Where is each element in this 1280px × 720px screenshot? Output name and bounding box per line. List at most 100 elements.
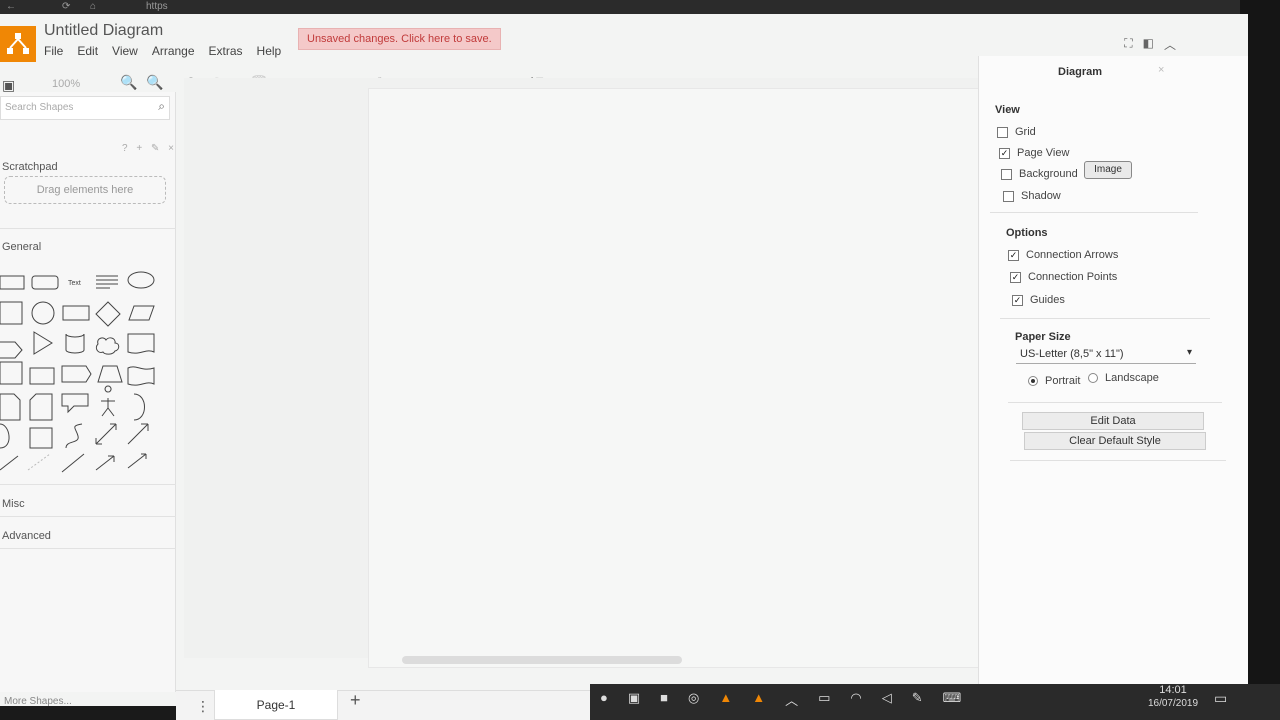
shape-text: Text <box>68 280 81 287</box>
shape-parallelogram <box>128 305 155 321</box>
shadow-checkbox[interactable] <box>1003 190 1014 202</box>
battery-icon[interactable]: ▭ <box>818 690 830 709</box>
scratchpad-dropzone[interactable]: Drag elements here <box>4 176 166 204</box>
window-icon[interactable]: ■ <box>660 690 668 709</box>
menu-edit[interactable]: Edit <box>77 44 98 58</box>
chevron-down-icon: ▾ <box>1186 347 1192 358</box>
guides-option[interactable]: ✓ Guides <box>1012 294 1065 306</box>
menu-file[interactable]: File <box>44 44 63 58</box>
zoom-out-icon[interactable]: 🔍 <box>146 74 163 91</box>
app-icon[interactable]: ▣ <box>628 690 640 709</box>
shape-hexagon <box>0 341 23 359</box>
home-icon[interactable]: ⌂ <box>90 1 96 12</box>
keyboard-icon[interactable]: ⌨ <box>943 690 962 709</box>
panel-title: Diagram <box>1058 66 1103 78</box>
page-view-label: Page View <box>1017 147 1070 159</box>
misc-section-title[interactable]: Misc <box>2 498 25 510</box>
shape-diamond <box>95 301 121 327</box>
shape-dashed-line <box>27 453 51 471</box>
shape-arrow <box>127 423 149 445</box>
more-shapes-button[interactable]: More Shapes... <box>4 696 72 707</box>
shape-callout <box>61 393 89 414</box>
panel-separator <box>1008 402 1222 403</box>
taskbar-clock[interactable]: 14:01 16/07/2019 <box>1138 684 1208 709</box>
drawio-logo-icon <box>7 33 29 54</box>
browser-tab-text[interactable]: https <box>146 1 168 12</box>
general-shapes-grid: Text <box>0 271 155 473</box>
collapse-icon[interactable]: ︿ <box>1164 36 1176 53</box>
connection-arrows-option[interactable]: ✓ Connection Arrows <box>1008 249 1118 261</box>
volume-icon[interactable]: ◁ <box>882 690 892 709</box>
shadow-option[interactable]: Shadow <box>1003 190 1061 202</box>
landscape-radio[interactable] <box>1088 373 1098 383</box>
search-placeholder: Search Shapes <box>5 102 74 113</box>
connection-arrows-label: Connection Arrows <box>1026 249 1119 261</box>
pages-menu-icon[interactable]: ⋮ <box>196 698 210 715</box>
drawio-taskbar-icon-2[interactable]: ▲ <box>752 690 765 709</box>
connection-arrows-checkbox[interactable]: ✓ <box>1008 249 1019 261</box>
guides-checkbox[interactable]: ✓ <box>1012 294 1023 306</box>
landscape-option[interactable]: Landscape <box>1088 372 1159 384</box>
diagram-title[interactable]: Untitled Diagram <box>44 22 163 40</box>
portrait-option[interactable]: Portrait <box>1028 375 1080 387</box>
shape-card <box>29 393 53 421</box>
add-page-button[interactable]: + <box>350 690 361 711</box>
background-checkbox[interactable] <box>1001 168 1012 180</box>
clear-default-style-button[interactable]: Clear Default Style <box>1024 432 1206 450</box>
shadow-label: Shadow <box>1021 190 1061 202</box>
page-view-checkbox[interactable]: ✓ <box>999 147 1010 159</box>
drawio-taskbar-icon[interactable]: ▲ <box>719 690 732 709</box>
grid-option[interactable]: Grid <box>997 126 1036 138</box>
shape-ellipse <box>127 271 155 289</box>
connection-points-checkbox[interactable]: ✓ <box>1010 271 1021 283</box>
options-heading: Options <box>1006 227 1048 239</box>
edit-data-button[interactable]: Edit Data <box>1022 412 1204 430</box>
shape-data-storage <box>0 423 10 449</box>
wifi-icon[interactable]: ◠ <box>850 690 861 709</box>
background-image-button[interactable]: Image <box>1084 161 1132 179</box>
pen-icon[interactable]: ✎ <box>912 690 923 709</box>
scratchpad-title[interactable]: Scratchpad <box>2 161 58 173</box>
background-option[interactable]: Background <box>1001 168 1078 180</box>
window-controls: ⛶ ◧ ︿ <box>1124 36 1176 53</box>
format-panel-icon[interactable]: ◧ <box>1143 36 1154 53</box>
shape-actor <box>101 385 115 417</box>
advanced-section-title[interactable]: Advanced <box>2 530 51 542</box>
menu-arrange[interactable]: Arrange <box>152 44 195 58</box>
search-icon[interactable]: ⌕ <box>158 99 165 114</box>
scratchpad-icons[interactable]: ? + ✎ × <box>122 143 177 154</box>
shape-cloud <box>95 337 120 355</box>
unsaved-changes-notice[interactable]: Unsaved changes. Click here to save. <box>298 28 501 50</box>
back-icon[interactable]: ← <box>6 1 16 12</box>
connection-points-option[interactable]: ✓ Connection Points <box>1010 271 1117 283</box>
shape-cylinder <box>65 333 85 354</box>
menu-help[interactable]: Help <box>257 44 282 58</box>
menu-view[interactable]: View <box>112 44 138 58</box>
paper-size-heading: Paper Size <box>1015 331 1071 343</box>
clock-date: 16/07/2019 <box>1147 698 1199 709</box>
horizontal-scrollbar[interactable] <box>402 656 682 664</box>
tray-chevron-icon[interactable]: ︿ <box>785 690 798 709</box>
page-view-option[interactable]: ✓ Page View <box>999 147 1069 159</box>
guides-label: Guides <box>1030 294 1065 306</box>
search-shapes-input[interactable]: Search Shapes ⌕ <box>0 96 170 120</box>
browser-icon[interactable]: ◎ <box>688 690 699 709</box>
shape-manual-input <box>29 427 53 449</box>
portrait-radio[interactable] <box>1028 376 1038 386</box>
notifications-icon[interactable]: ▭ <box>1214 690 1227 707</box>
menu-extras[interactable]: Extras <box>209 44 243 58</box>
diagram-page[interactable] <box>368 88 1018 668</box>
fullscreen-icon[interactable]: ⛶ <box>1124 36 1132 53</box>
zoom-in-icon[interactable]: 🔍 <box>120 74 137 91</box>
general-section-title[interactable]: General <box>2 241 41 253</box>
sidebar-divider <box>0 548 176 549</box>
shape-bidirectional-arrow <box>95 423 117 445</box>
close-icon[interactable]: × <box>1158 64 1164 76</box>
reload-icon[interactable]: ⟳ <box>62 1 70 12</box>
shape-note <box>0 393 21 421</box>
paper-size-select[interactable]: US-Letter (8,5" x 11") ▾ <box>1016 344 1196 364</box>
zoom-level[interactable]: 100% <box>52 78 80 90</box>
grid-checkbox[interactable] <box>997 126 1008 138</box>
tab-page-1[interactable]: Page-1 <box>214 690 338 720</box>
chrome-icon[interactable]: ● <box>600 690 608 709</box>
